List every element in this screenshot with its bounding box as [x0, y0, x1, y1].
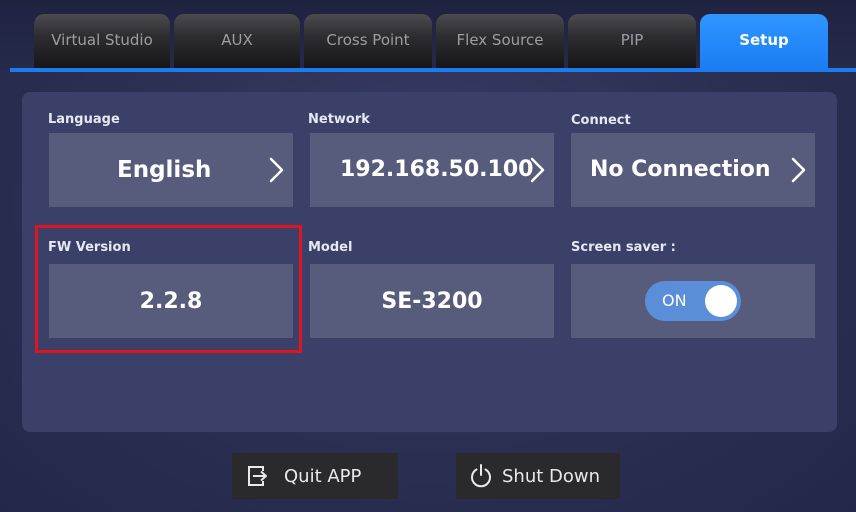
- shut-down-button[interactable]: Shut Down: [456, 453, 620, 499]
- model-value: SE-3200: [381, 288, 483, 314]
- power-icon: [471, 464, 491, 488]
- chevron-right-icon: [791, 157, 806, 183]
- model-tile: SE-3200: [310, 264, 554, 338]
- fw-version-label: FW Version: [48, 240, 131, 255]
- connect-selector[interactable]: No Connection: [571, 133, 815, 207]
- quit-app-button[interactable]: Quit APP: [232, 453, 398, 499]
- tab-setup[interactable]: Setup: [700, 14, 828, 70]
- language-selector[interactable]: English: [49, 133, 293, 207]
- tab-label: Setup: [739, 31, 789, 49]
- toggle-knob[interactable]: [705, 285, 737, 317]
- app-screen: Virtual Studio AUX Cross Point Flex Sour…: [0, 0, 856, 512]
- fw-version-value: 2.2.8: [139, 288, 203, 314]
- toggle-state-text: ON: [662, 291, 687, 310]
- tab-virtual-studio[interactable]: Virtual Studio: [34, 14, 170, 70]
- language-label: Language: [48, 112, 120, 127]
- network-value: 192.168.50.100: [340, 157, 534, 182]
- tab-label: AUX: [221, 31, 253, 49]
- tab-label: Cross Point: [326, 31, 410, 49]
- tab-cross-point[interactable]: Cross Point: [304, 14, 432, 70]
- network-selector[interactable]: 192.168.50.100: [310, 133, 554, 207]
- tab-label: Flex Source: [456, 31, 544, 49]
- tab-label: Virtual Studio: [51, 31, 153, 49]
- screen-saver-tile: ON: [571, 264, 815, 338]
- connect-label: Connect: [571, 113, 631, 128]
- shut-down-label: Shut Down: [502, 465, 601, 487]
- tab-flex-source[interactable]: Flex Source: [436, 14, 564, 70]
- language-value: English: [117, 157, 212, 183]
- screen-saver-toggle[interactable]: ON: [645, 281, 741, 321]
- active-tab-underline: [10, 68, 856, 72]
- quit-app-label: Quit APP: [284, 465, 362, 487]
- exit-icon: [248, 466, 267, 486]
- chevron-right-icon: [269, 157, 284, 183]
- chevron-right-icon: [530, 157, 545, 183]
- network-label: Network: [308, 112, 370, 127]
- screen-saver-label: Screen saver :: [571, 240, 676, 255]
- fw-version-tile: 2.2.8: [49, 264, 293, 338]
- tab-aux[interactable]: AUX: [174, 14, 300, 70]
- model-label: Model: [308, 240, 353, 255]
- tab-pip[interactable]: PIP: [568, 14, 696, 70]
- tab-label: PIP: [620, 31, 644, 49]
- connect-value: No Connection: [590, 157, 771, 182]
- tab-bar: Virtual Studio AUX Cross Point Flex Sour…: [0, 0, 856, 72]
